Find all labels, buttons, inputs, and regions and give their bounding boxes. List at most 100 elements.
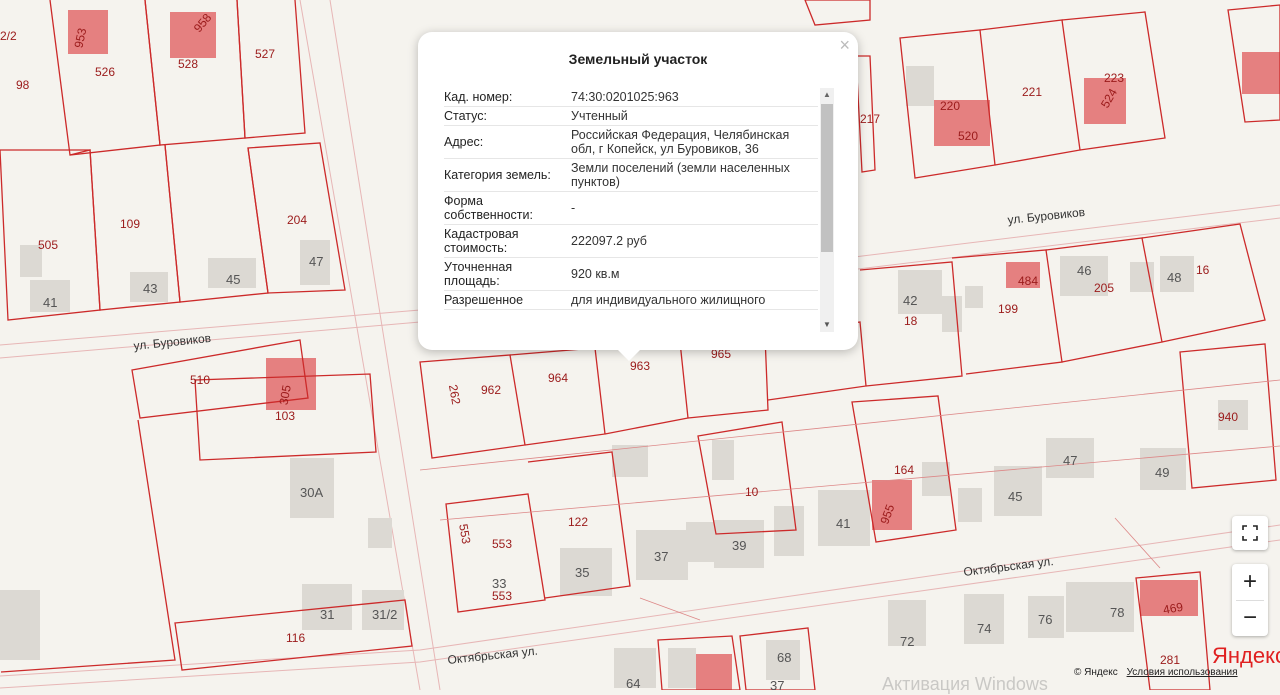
parcel-label: 262 xyxy=(446,383,463,405)
row-value: 920 кв.м xyxy=(571,267,620,281)
row-value: 222097.2 руб xyxy=(571,234,647,248)
fullscreen-button[interactable] xyxy=(1232,516,1268,550)
table-row: Кад. номер: 74:30:0201025:963 xyxy=(444,88,818,107)
row-value: Земли поселений (земли населенных пункто… xyxy=(571,161,790,189)
popup-table: Кад. номер: 74:30:0201025:963 Статус: Уч… xyxy=(444,88,818,334)
copyright-text: © Яндекс xyxy=(1074,667,1118,678)
zoom-out-button[interactable]: − xyxy=(1232,600,1268,636)
house-number: 31/2 xyxy=(372,607,397,622)
house-number: 45 xyxy=(1008,489,1022,504)
parcel-label: 16 xyxy=(1196,263,1210,277)
street-label: Октябрьская ул. xyxy=(963,554,1055,579)
house-number: 72 xyxy=(900,634,914,649)
house-number: 41 xyxy=(43,295,57,310)
house-number: 37 xyxy=(770,678,784,690)
parcel-label: 940 xyxy=(1218,410,1238,424)
parcel-label: 962 xyxy=(481,383,501,397)
house-number: 48 xyxy=(1167,270,1181,285)
house-number: 35 xyxy=(575,565,589,580)
row-value: Учтенный xyxy=(571,109,628,123)
terms-link[interactable]: Условия использования xyxy=(1127,667,1238,678)
parcel-label: 553 xyxy=(492,589,512,603)
house-number: 49 xyxy=(1155,465,1169,480)
row-key: Кад. номер: xyxy=(444,90,513,104)
parcel-label: 2/2 xyxy=(0,29,17,43)
row-value: для индивидуального жилищного xyxy=(571,293,766,307)
copyright: © Яндекс Условия использования xyxy=(1074,667,1238,678)
parcel-label: 220 xyxy=(940,99,960,113)
parcel-label: 164 xyxy=(894,463,914,477)
scroll-thumb[interactable] xyxy=(821,104,833,252)
parcel-label: 528 xyxy=(178,57,198,71)
parcel-label: 199 xyxy=(998,302,1018,316)
parcel-label: 520 xyxy=(958,129,978,143)
parcel-label: 217 xyxy=(860,112,880,126)
row-value: 74:30:0201025:963 xyxy=(571,90,679,104)
parcel-label: 527 xyxy=(255,47,275,61)
parcel-label: 281 xyxy=(1160,653,1180,667)
parcel-label: 98 xyxy=(16,78,30,92)
popup-scrollbar[interactable]: ▲ ▼ xyxy=(820,88,834,332)
zoom-control: + − xyxy=(1232,564,1268,636)
house-number: 31 xyxy=(320,607,334,622)
popup-title: Земельный участок xyxy=(568,51,708,67)
table-row: Разрешенное для индивидуального жилищног… xyxy=(444,291,818,310)
house-number: 46 xyxy=(1077,263,1091,278)
row-key: Категория земель: xyxy=(444,168,551,182)
parcel-label: 510 xyxy=(190,373,210,387)
parcel-label: 553 xyxy=(492,537,512,551)
close-icon[interactable]: × xyxy=(839,35,850,56)
parcel-label: 109 xyxy=(120,217,140,231)
popup-pointer xyxy=(617,349,641,361)
parcel-label: 223 xyxy=(1104,71,1124,85)
parcel-label: 103 xyxy=(275,409,295,423)
parcel-label: 116 xyxy=(286,631,305,645)
house-number: 47 xyxy=(309,254,323,269)
row-key: Уточненная площадь: xyxy=(444,260,513,288)
house-number: 64 xyxy=(626,676,640,690)
table-row: Статус: Учтенный xyxy=(444,107,818,126)
zoom-in-button[interactable]: + xyxy=(1232,564,1268,600)
row-key: Кадастровая стоимость: xyxy=(444,227,519,255)
row-value: - xyxy=(571,201,576,215)
parcel-label: 963 xyxy=(630,359,650,373)
fullscreen-icon xyxy=(1242,525,1258,541)
parcel-label: 205 xyxy=(1094,281,1114,295)
parcel-label: 122 xyxy=(568,515,588,529)
row-key: Форма собственности: xyxy=(444,194,533,222)
house-number: 76 xyxy=(1038,612,1052,627)
parcel-label: 204 xyxy=(287,213,307,227)
house-number: 39 xyxy=(732,538,746,553)
table-row: Адрес: Российская Федерация, Челябинская… xyxy=(444,126,818,159)
table-row: Кадастровая стоимость: 222097.2 руб xyxy=(444,225,818,258)
row-key: Разрешенное xyxy=(444,293,524,307)
parcel-label: 484 xyxy=(1018,274,1038,288)
house-number: 43 xyxy=(143,281,157,296)
triangle-up-icon[interactable]: ▲ xyxy=(820,88,834,102)
parcel-label: 553 xyxy=(456,523,473,545)
house-number: 45 xyxy=(226,272,240,287)
parcel-label: 505 xyxy=(38,238,58,252)
row-key: Адрес: xyxy=(444,135,484,149)
parcel-label: 964 xyxy=(548,371,568,385)
house-number: 68 xyxy=(777,650,791,665)
house-number: 37 xyxy=(654,549,668,564)
house-number: 41 xyxy=(836,516,850,531)
street-label: ул. Буровиков xyxy=(1007,205,1086,227)
parcel-info-popup: × Земельный участок Кад. номер: 74:30:02… xyxy=(418,32,858,350)
windows-watermark: Активация Windows xyxy=(882,674,1048,694)
row-key: Статус: xyxy=(444,109,487,123)
yandex-logo: Яндекс xyxy=(1212,643,1280,668)
parcel-label: 221 xyxy=(1022,85,1042,99)
street-label: ул. Буровиков xyxy=(133,331,212,353)
row-value: Российская Федерация, Челябинская обл, г… xyxy=(571,128,790,156)
parcel-label: 526 xyxy=(95,65,115,79)
parcel-label: 10 xyxy=(745,485,759,499)
street-label: Октябрьская ул. xyxy=(447,644,539,667)
house-number: 47 xyxy=(1063,453,1077,468)
house-number: 30А xyxy=(300,485,323,500)
table-row: Уточненная площадь: 920 кв.м xyxy=(444,258,818,291)
triangle-down-icon[interactable]: ▼ xyxy=(820,318,834,332)
table-row: Форма собственности: - xyxy=(444,192,818,225)
table-row: Категория земель: Земли поселений (земли… xyxy=(444,159,818,192)
